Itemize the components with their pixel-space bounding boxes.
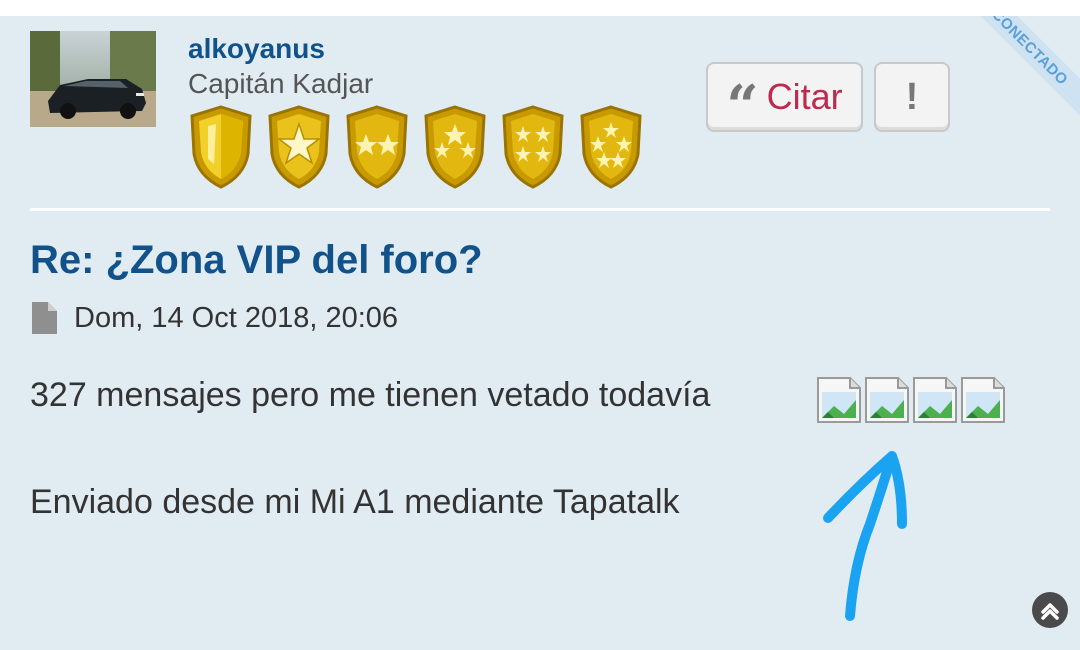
chevron-up-icon bbox=[1041, 603, 1059, 620]
broken-image-icon bbox=[913, 377, 957, 423]
quote-button-label: Citar bbox=[766, 76, 843, 117]
shield-two-stars-icon bbox=[346, 105, 408, 189]
broken-images bbox=[816, 376, 1006, 424]
file-icon bbox=[32, 302, 57, 334]
report-button[interactable]: ! bbox=[874, 62, 950, 132]
report-icon: ! bbox=[905, 75, 919, 118]
author-rank: Capitán Kadjar bbox=[188, 68, 374, 99]
quote-icon: “ bbox=[726, 73, 759, 139]
online-status-label: CONECTADO bbox=[988, 16, 1072, 89]
scroll-to-top-button[interactable] bbox=[1032, 592, 1068, 628]
post-date: Dom, 14 Oct 2018, 20:06 bbox=[74, 301, 399, 334]
shield-blank-icon bbox=[190, 105, 252, 189]
post-divider bbox=[30, 208, 1050, 211]
author-username[interactable]: alkoyanus bbox=[188, 33, 325, 65]
shield-five-stars-icon bbox=[580, 105, 642, 189]
post-meta: Dom, 14 Oct 2018, 20:06 bbox=[30, 301, 398, 335]
post-body-line-2: Enviado desde mi Mi A1 mediante Tapatalk bbox=[30, 483, 680, 521]
forum-post: CONECTADO alkoyanus Capitán Kadjar “ Cit… bbox=[0, 16, 1080, 650]
quote-button[interactable]: “ Citar bbox=[706, 62, 863, 139]
shield-four-stars-icon bbox=[502, 105, 564, 189]
shield-one-star-icon bbox=[268, 105, 330, 189]
hand-drawn-arrow-annotation bbox=[823, 451, 907, 621]
avatar[interactable] bbox=[30, 31, 156, 127]
broken-image-icon bbox=[817, 377, 861, 423]
broken-image-icon bbox=[961, 377, 1005, 423]
shield-three-stars-icon bbox=[424, 105, 486, 189]
post-title[interactable]: Re: ¿Zona VIP del foro? bbox=[30, 238, 483, 283]
broken-image-icon bbox=[865, 377, 909, 423]
online-status-ribbon: CONECTADO bbox=[957, 16, 1080, 120]
post-body-line-1: 327 mensajes pero me tienen vetado todav… bbox=[30, 376, 711, 414]
rank-badges bbox=[186, 104, 646, 190]
